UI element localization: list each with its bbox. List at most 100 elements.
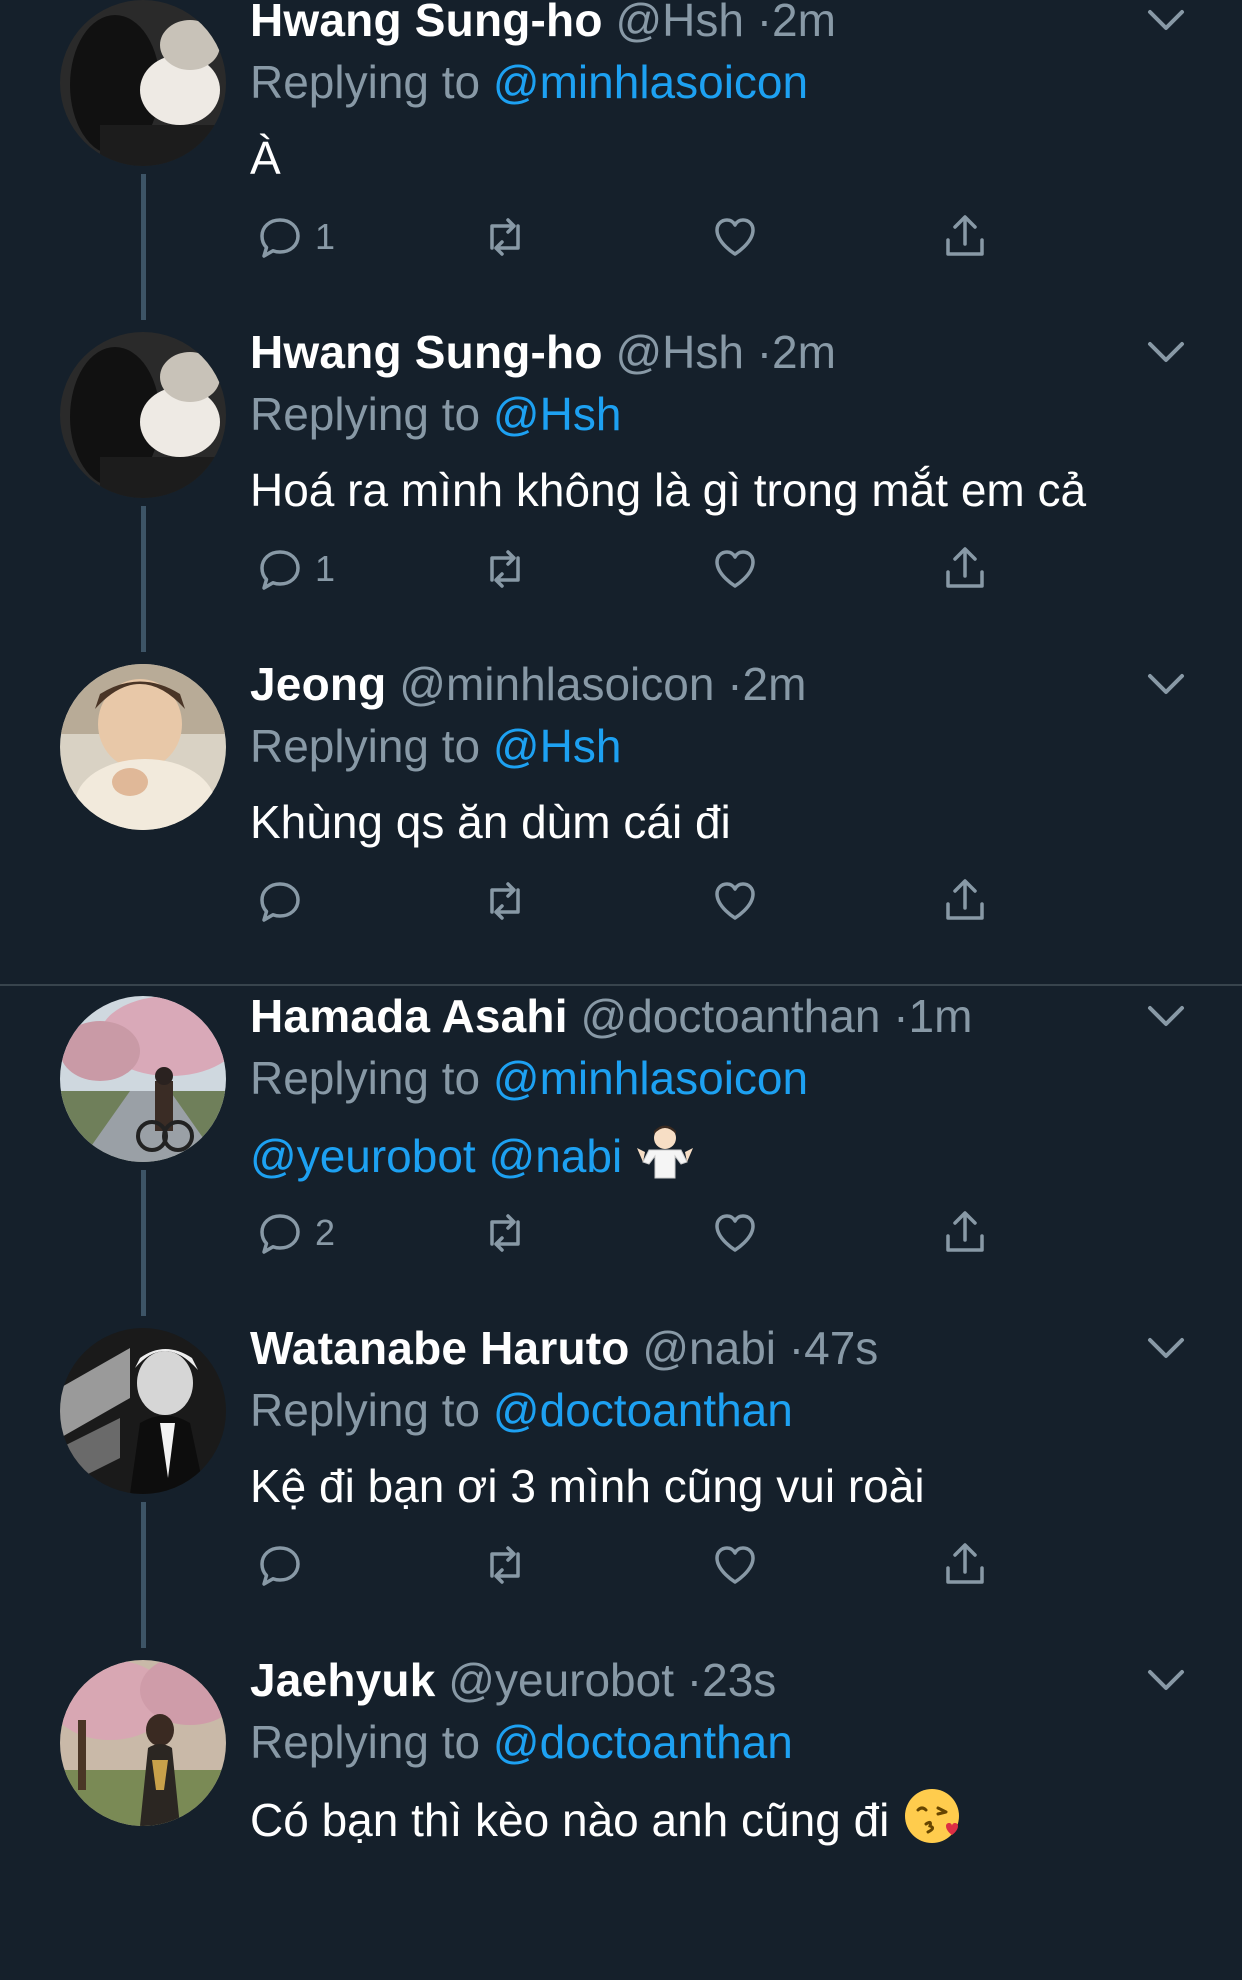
chevron-down-icon[interactable] [1144,1328,1188,1368]
share-icon [946,1543,984,1584]
retweet-button[interactable] [480,1206,530,1260]
like-button[interactable] [710,210,760,264]
retweet-button[interactable] [480,542,530,596]
replying-to-handle[interactable]: @doctoanthan [493,1384,793,1436]
share-icon [946,215,984,256]
share-button[interactable] [940,1206,990,1260]
timestamp[interactable]: 1m [909,990,973,1042]
display-name[interactable]: Hwang Sung-ho [250,0,603,46]
share-button[interactable] [940,542,990,596]
avatar[interactable] [60,1660,226,1826]
retweet-button[interactable] [480,210,530,264]
handle[interactable]: @Hsh [615,0,744,46]
reply-count: 2 [315,1212,336,1253]
chevron-down-icon[interactable] [1144,332,1188,372]
like-button[interactable] [710,542,760,596]
timestamp[interactable]: 2m [772,326,836,378]
avatar[interactable] [60,0,226,166]
avatar[interactable] [60,664,226,830]
timestamp[interactable]: 2m [743,658,807,710]
retweet-button[interactable] [480,1538,530,1592]
like-button[interactable] [710,1206,760,1260]
chevron-down-icon[interactable] [1144,1660,1188,1700]
replying-to: Replying to @Hsh [250,716,621,776]
handle[interactable]: @nabi [642,1322,776,1374]
tweet-header: Jaehyuk @yeurobot ·23s [250,1650,776,1710]
tweet-text: @yeurobot @nabi [250,1122,695,1186]
heart-icon [715,882,755,920]
like-button[interactable] [710,1538,760,1592]
replying-to-handle[interactable]: @minhlasoicon [493,56,808,108]
replying-to-handle[interactable]: @Hsh [493,720,622,772]
tweet-text: Có bạn thì kèo nào anh cũng đi [250,1786,962,1850]
like-button[interactable] [710,874,760,928]
tweet[interactable]: Jeong @minhlasoicon ·2m Replying to @Hsh… [0,652,1242,986]
avatar-photo [60,996,226,1162]
replying-to-handle[interactable]: @Hsh [493,388,622,440]
dot-separator: · [893,990,909,1042]
dot-separator: · [727,658,743,710]
chevron-down-icon[interactable] [1144,0,1188,40]
chevron-down-icon[interactable] [1144,996,1188,1036]
handle[interactable]: @yeurobot [448,1654,674,1706]
dot-separator: · [788,1322,805,1374]
tweet-text: Hoá ra mình không là gì trong mắt em cả [250,464,1087,516]
avatar[interactable] [60,332,226,498]
replying-to: Replying to @doctoanthan [250,1712,793,1772]
replying-to-label: Replying to [250,56,481,108]
replying-to-label: Replying to [250,388,481,440]
retweet-icon [490,1546,520,1584]
timestamp[interactable]: 2m [772,0,836,46]
display-name[interactable]: Watanabe Haruto [250,1322,630,1374]
reply-button[interactable] [255,1538,315,1592]
reply-button[interactable]: 2 [255,1206,335,1260]
replying-to: Replying to @doctoanthan [250,1380,793,1440]
tweet[interactable]: Hwang Sung-ho @Hsh ·2m Replying to @minh… [0,0,1242,320]
tweet-text: Kệ đi bạn ơi 3 mình cũng vui roài [250,1460,925,1512]
avatar-photo [60,1328,226,1494]
reply-icon [260,218,300,258]
share-button[interactable] [940,1538,990,1592]
replying-to-handle[interactable]: @doctoanthan [493,1716,793,1768]
replying-to-label: Replying to [250,1052,481,1104]
retweet-icon [490,882,520,920]
reply-button[interactable] [255,874,315,928]
retweet-button[interactable] [480,874,530,928]
reply-button[interactable]: 1 [255,542,335,596]
tweet[interactable]: Watanabe Haruto @nabi ·47s Replying to @… [0,1316,1242,1648]
replying-to-handle[interactable]: @minhlasoicon [493,1052,808,1104]
avatar-photo [60,664,226,830]
avatar[interactable] [60,996,226,1162]
share-icon [946,879,984,920]
timestamp[interactable]: 23s [702,1654,776,1706]
heart-icon [715,1546,755,1584]
heart-icon [715,550,755,588]
tweet-text: Khùng qs ăn dùm cái đi [250,796,731,848]
timestamp[interactable]: 47s [804,1322,878,1374]
mention-link[interactable]: @yeurobot [250,1130,476,1182]
replying-to-label: Replying to [250,1716,481,1768]
reply-button[interactable]: 1 [255,210,335,264]
handle[interactable]: @Hsh [615,326,744,378]
replying-to-label: Replying to [250,720,481,772]
tweet[interactable]: Hwang Sung-ho @Hsh ·2m Replying to @Hsh … [0,320,1242,652]
mention-link[interactable]: @nabi [489,1130,623,1182]
display-name[interactable]: Jaehyuk [250,1654,436,1706]
handle[interactable]: @doctoanthan [581,990,881,1042]
tweet[interactable]: Hamada Asahi @doctoanthan ·1m Replying t… [0,984,1242,1316]
avatar-photo [60,1660,226,1826]
display-name[interactable]: Hwang Sung-ho [250,326,603,378]
avatar[interactable] [60,1328,226,1494]
display-name[interactable]: Hamada Asahi [250,990,568,1042]
thread-connector [141,1502,146,1648]
share-button[interactable] [940,874,990,928]
display-name[interactable]: Jeong [250,658,386,710]
handle[interactable]: @minhlasoicon [399,658,714,710]
replying-to: Replying to @Hsh [250,384,621,444]
thread-connector [141,174,146,320]
chevron-down-icon[interactable] [1144,664,1188,704]
replying-to: Replying to @minhlasoicon [250,52,808,112]
tweet[interactable]: Jaehyuk @yeurobot ·23s Replying to @doct… [0,1648,1242,1980]
retweet-icon [490,1214,520,1252]
share-button[interactable] [940,210,990,264]
